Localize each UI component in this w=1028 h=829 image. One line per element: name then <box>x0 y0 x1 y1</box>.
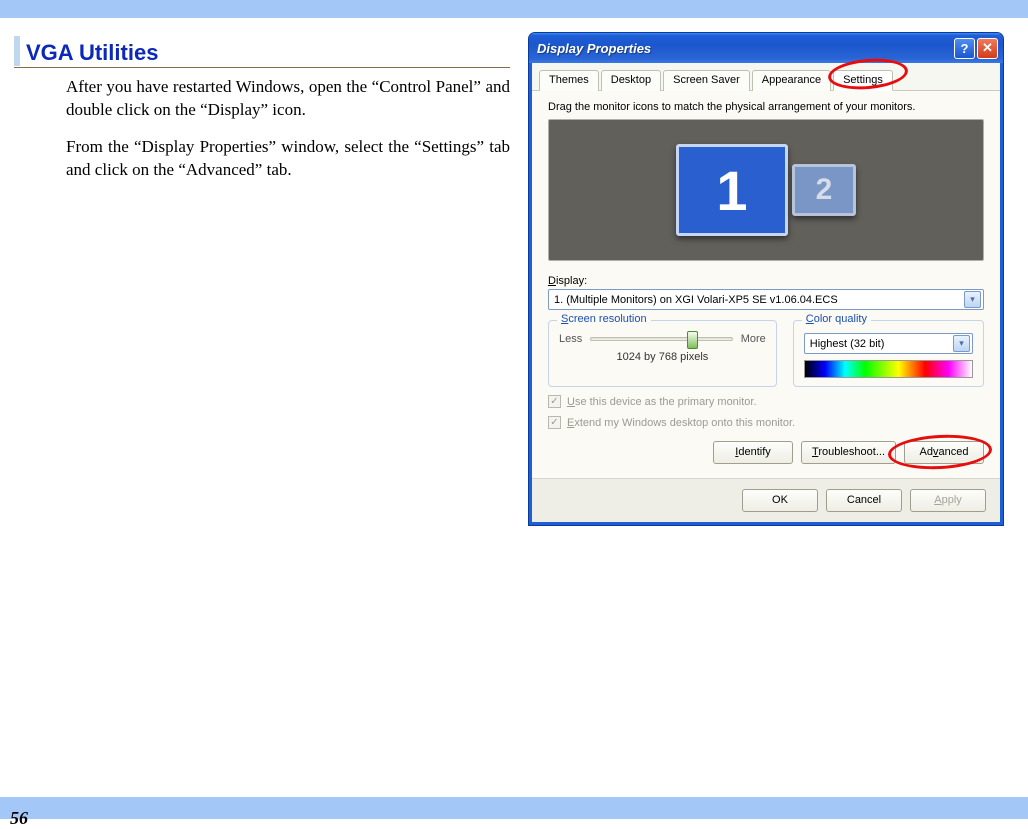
monitor-1-label: 1 <box>716 158 747 223</box>
group-screen-resolution: Screen resolution Less More 1024 by 768 … <box>548 320 777 387</box>
monitor-arrangement-area[interactable]: 1 2 <box>548 119 984 261</box>
group-title-resolution: Screen resolution <box>557 313 651 325</box>
ok-button[interactable]: OK <box>742 489 818 512</box>
advanced-button[interactable]: Advanced <box>904 441 984 464</box>
checkbox-extend-desktop: ✓ Extend my Windows desktop onto this mo… <box>548 416 984 429</box>
monitor-1[interactable]: 1 <box>676 144 788 236</box>
color-quality-value: Highest (32 bit) <box>810 338 885 350</box>
paragraph-2: From the “Display Properties” window, se… <box>66 136 510 182</box>
section-heading-row: VGA Utilities <box>14 32 510 68</box>
titlebar[interactable]: Display Properties ? ✕ <box>529 33 1003 63</box>
checkbox-primary-monitor: ✓ Use this device as the primary monitor… <box>548 395 984 408</box>
heading-marker <box>14 36 20 66</box>
page-footer-bar <box>0 797 1028 819</box>
tab-settings[interactable]: Settings <box>833 70 893 91</box>
help-button[interactable]: ? <box>954 38 975 59</box>
slider-less-label: Less <box>559 333 582 345</box>
page-header-bar <box>0 0 1028 18</box>
tab-screensaver[interactable]: Screen Saver <box>663 70 750 91</box>
paragraph-1: After you have restarted Windows, open t… <box>66 76 510 122</box>
resolution-slider[interactable] <box>590 337 732 341</box>
tab-themes[interactable]: Themes <box>539 70 599 91</box>
checkbox-icon: ✓ <box>548 416 561 429</box>
drag-instruction: Drag the monitor icons to match the phys… <box>548 101 984 113</box>
slider-thumb[interactable] <box>687 331 698 349</box>
monitor-2[interactable]: 2 <box>792 164 856 216</box>
resolution-value: 1024 by 768 pixels <box>559 351 766 363</box>
section-heading: VGA Utilities <box>26 40 158 66</box>
apply-button: Apply <box>910 489 986 512</box>
tab-appearance[interactable]: Appearance <box>752 70 831 91</box>
color-quality-select[interactable]: Highest (32 bit) ▾ <box>804 333 973 354</box>
chevron-down-icon: ▾ <box>964 291 981 308</box>
troubleshoot-button[interactable]: Troubleshoot... <box>801 441 896 464</box>
tab-desktop[interactable]: Desktop <box>601 70 661 91</box>
group-color-quality: Color quality Highest (32 bit) ▾ <box>793 320 984 387</box>
window-title: Display Properties <box>537 41 952 56</box>
display-select[interactable]: 1. (Multiple Monitors) on XGI Volari-XP5… <box>548 289 984 310</box>
color-gradient-strip <box>804 360 973 378</box>
tabs-row: Themes Desktop Screen Saver Appearance S… <box>532 63 1000 91</box>
identify-button[interactable]: Identify <box>713 441 793 464</box>
display-select-value: 1. (Multiple Monitors) on XGI Volari-XP5… <box>554 294 838 306</box>
slider-more-label: More <box>741 333 766 345</box>
group-title-color: Color quality <box>802 313 871 325</box>
checkbox-icon: ✓ <box>548 395 561 408</box>
page-number: 56 <box>10 808 28 829</box>
close-button[interactable]: ✕ <box>977 38 998 59</box>
cancel-button[interactable]: Cancel <box>826 489 902 512</box>
help-icon: ? <box>961 41 969 56</box>
monitor-2-label: 2 <box>816 173 833 207</box>
close-icon: ✕ <box>982 40 993 56</box>
display-label: Display: <box>548 275 984 287</box>
chevron-down-icon: ▾ <box>953 335 970 352</box>
display-properties-window: Display Properties ? ✕ Themes Desktop Sc… <box>528 32 1004 526</box>
